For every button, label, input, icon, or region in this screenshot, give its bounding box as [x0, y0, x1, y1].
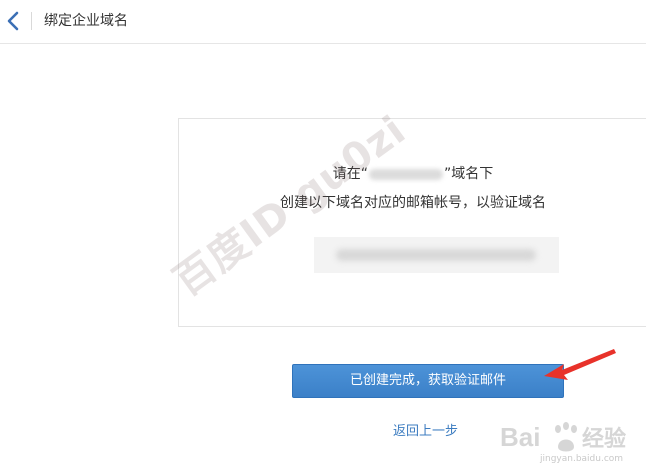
instruction-line-1: 请在“ ”域名下 — [179, 164, 646, 184]
back-previous-step-link[interactable]: 返回上一步 — [393, 423, 458, 441]
chevron-left-icon — [7, 11, 19, 31]
svg-text:经验: 经验 — [582, 426, 626, 452]
bind-domain-page: 绑定企业域名 请在“ ”域名下 创建以下域名对应的邮箱帐号，以验证域名 已创建完成… — [0, 0, 646, 475]
instruction-line-2: 创建以下域名对应的邮箱帐号，以验证域名 — [280, 195, 546, 211]
page-header: 绑定企业域名 — [0, 0, 646, 44]
email-address-box — [314, 237, 559, 273]
instruction-prefix: 请在“ — [332, 166, 368, 182]
instruction-suffix: ”域名下 — [444, 166, 494, 182]
page-title: 绑定企业域名 — [44, 13, 128, 29]
get-verification-email-button[interactable]: 已创建完成，获取验证邮件 — [292, 364, 564, 398]
baidu-jingyan-logo: Bai 经验 — [500, 422, 626, 452]
redacted-email — [336, 249, 536, 261]
back-button[interactable] — [4, 9, 24, 33]
header-divider — [31, 12, 32, 30]
verification-card: 请在“ ”域名下 创建以下域名对应的邮箱帐号，以验证域名 — [178, 118, 646, 327]
svg-text:Bai: Bai — [500, 422, 540, 452]
redacted-domain — [369, 168, 443, 180]
brand-url: jingyan.baidu.com — [540, 454, 624, 464]
